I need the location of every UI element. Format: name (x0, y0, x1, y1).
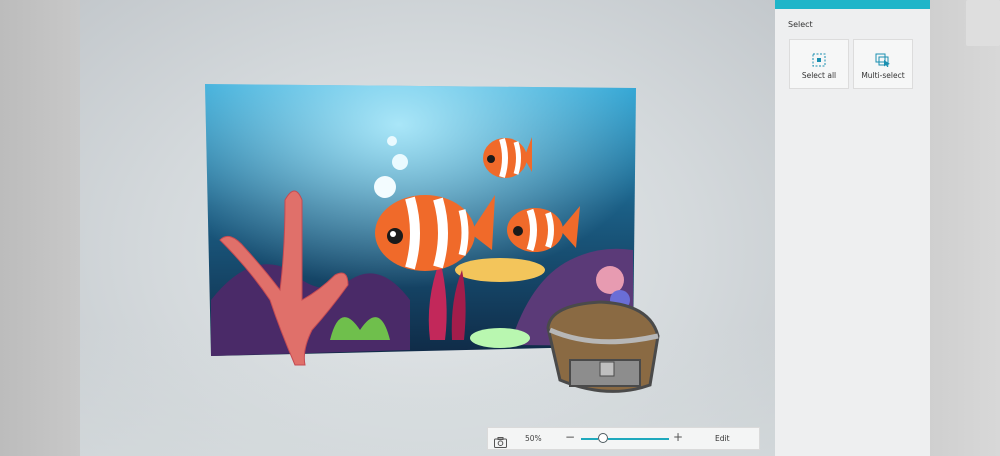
zoom-slider[interactable] (581, 433, 669, 445)
aquarium-scene (205, 84, 660, 393)
multi-select-icon (875, 52, 891, 71)
zoom-in-button[interactable]: + (673, 430, 683, 444)
panel-accent-bar (775, 0, 930, 9)
zoom-toolbar: 50% − + Edit (487, 427, 760, 450)
multi-select-button[interactable]: Multi-select (853, 39, 913, 89)
left-edge (0, 0, 80, 456)
select-all-button[interactable]: Select all (789, 39, 849, 89)
zoom-value: 50% (525, 434, 542, 443)
background-window (966, 0, 1000, 46)
zoom-slider-filled (581, 438, 599, 440)
right-edge (930, 0, 1000, 456)
zoom-out-button[interactable]: − (565, 430, 575, 444)
select-all-icon (812, 52, 826, 71)
multi-select-label: Multi-select (861, 71, 905, 80)
treasure-chest-model[interactable] (546, 300, 660, 393)
select-all-label: Select all (801, 71, 837, 80)
panel-title: Select (788, 20, 813, 29)
3d-canvas[interactable] (80, 0, 775, 456)
camera-icon[interactable] (494, 433, 507, 452)
select-panel: Select Select all Multi-select (775, 0, 930, 456)
zoom-slider-track (608, 438, 669, 440)
edit-button[interactable]: Edit (715, 434, 730, 443)
zoom-slider-thumb[interactable] (598, 433, 609, 443)
